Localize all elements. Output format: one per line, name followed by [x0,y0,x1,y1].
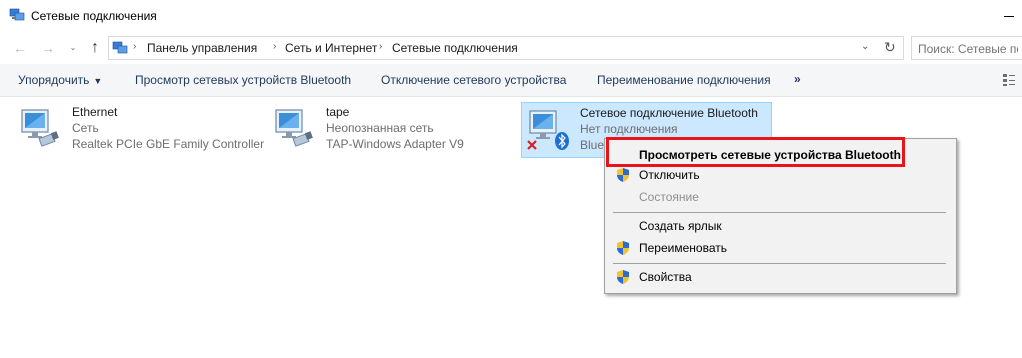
minimize-button[interactable] [1004,16,1014,17]
menu-item-label: Создать ярлык [639,219,722,233]
connection-status: Нет подключения [580,122,678,136]
address-bar[interactable]: › Панель управления › Сеть и Интернет › … [108,36,904,60]
menu-item-rename[interactable]: Переименовать [605,237,956,259]
command-bar: Упорядочить ▼ Просмотр сетевых устройств … [0,64,1022,97]
caret-down-icon: ▼ [93,76,103,86]
forward-button[interactable]: → [39,39,57,57]
menu-item-status: Состояние [605,186,956,208]
breadcrumb-control-panel[interactable]: Панель управления [147,41,257,55]
title-bar: Сетевые подключения [0,0,1022,32]
rename-connection-button[interactable]: Переименование подключения [597,73,771,87]
connection-item-ethernet[interactable]: Ethernet Сеть Realtek PCIe GbE Family Co… [14,102,264,158]
recent-locations-icon[interactable]: ⌄ [64,39,82,57]
highlight-annotation-box [606,137,905,167]
bluetooth-adapter-icon [527,110,569,150]
connection-device: TAP-Windows Adapter V9 [326,137,464,151]
uac-shield-icon [617,241,629,255]
uac-shield-icon [617,270,629,284]
connection-status: Сеть [72,121,99,135]
breadcrumb-separator[interactable]: › [273,41,276,52]
connection-device: Realtek PCIe GbE Family Controller [72,137,265,151]
menu-separator [613,212,946,213]
disable-device-button[interactable]: Отключение сетевого устройства [381,73,566,87]
menu-item-label: Состояние [639,190,699,204]
organize-label: Упорядочить [18,73,90,87]
search-input[interactable] [918,40,1018,57]
connection-status: Неопознанная сеть [326,121,434,135]
connection-name: tape [326,105,350,119]
network-adapter-icon [21,109,59,147]
menu-item-label: Отключить [639,168,700,182]
breadcrumb-separator[interactable]: › [133,41,136,52]
breadcrumb-network-connections[interactable]: Сетевые подключения [392,41,518,55]
uac-shield-icon [617,168,629,182]
connection-name: Ethernet [72,105,118,119]
breadcrumb-network-internet[interactable]: Сеть и Интернет [285,41,377,55]
menu-item-properties[interactable]: Свойства [605,266,956,288]
connection-name: Сетевое подключение Bluetooth [580,106,758,120]
control-panel-icon [112,41,128,54]
network-adapter-icon [275,109,313,147]
up-button[interactable]: ↑ [86,39,104,57]
back-button[interactable]: ← [11,39,29,57]
network-connections-icon [9,8,25,21]
connection-device: Blue [580,138,605,152]
menu-item-label: Свойства [639,270,692,284]
menu-separator [613,263,946,264]
breadcrumb-separator[interactable]: › [379,41,382,52]
navigation-bar: ← → ⌄ ↑ › Панель управления › Сеть и Инт… [0,36,1022,60]
menu-item-label: Переименовать [639,241,727,255]
change-view-icon[interactable] [1002,73,1016,87]
connection-item-tape[interactable]: tape Неопознанная сеть TAP-Windows Adapt… [268,102,518,158]
menu-item-disable[interactable]: Отключить [605,164,956,186]
view-bluetooth-devices-button[interactable]: Просмотр сетевых устройств Bluetooth [135,73,351,87]
search-box[interactable] [911,36,1022,60]
window-title: Сетевые подключения [31,9,157,23]
chevron-down-icon[interactable]: ⌄ [861,41,869,52]
organize-button[interactable]: Упорядочить ▼ [18,73,102,87]
more-commands-button[interactable]: » [794,72,801,86]
menu-item-create-shortcut[interactable]: Создать ярлык [605,215,956,237]
refresh-icon[interactable]: ↻ [884,39,896,56]
